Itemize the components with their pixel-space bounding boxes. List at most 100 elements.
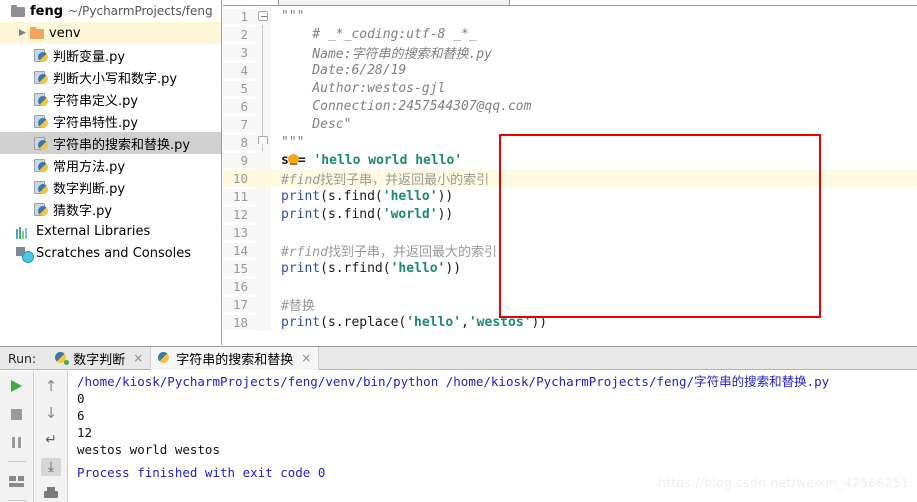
code-editor[interactable]: 1 """ 2 # _*_coding:utf-8 _*_ 3 Name:字符串的搜索… [223, 0, 917, 345]
code-text: Date:6/28/19 [281, 62, 407, 78]
code-line[interactable]: 1 """ [223, 7, 917, 25]
tree-root-feng[interactable]: feng ~/PycharmProjects/feng [0, 0, 221, 22]
python-file-icon [33, 157, 50, 173]
sidebar-item-zifuchuantexing[interactable]: 字符串特性.py [0, 110, 221, 132]
line-number: 10 [223, 170, 255, 186]
close-icon[interactable]: × [133, 351, 143, 365]
line-number: 5 [223, 80, 255, 96]
line-number: 2 [223, 26, 255, 42]
pycharm-window: feng ~/PycharmProjects/feng ▶ venv 判断变量.… [0, 0, 917, 502]
line-number: 12 [223, 206, 255, 222]
sidebar-item-zifuchuandingyi[interactable]: 字符串定义.py [0, 88, 221, 110]
tree-item-label: 字符串的搜索和替换.py [53, 137, 191, 153]
soft-wrap-icon[interactable]: ↵ [41, 431, 61, 449]
code-line[interactable]: 9 s = 'hello world hello' [223, 151, 917, 169]
line-number: 3 [223, 44, 255, 60]
fold-gutter[interactable] [255, 295, 271, 313]
code-text: s = 'hello world hello' [281, 152, 463, 168]
sidebar-item-panduanbianliang[interactable]: 判断变量.py [0, 44, 221, 66]
stop-icon[interactable] [7, 405, 27, 423]
sidebar-item-venv[interactable]: ▶ venv [0, 22, 221, 44]
code-line[interactable]: 7 Desc" [223, 115, 917, 133]
pause-icon[interactable] [7, 433, 27, 451]
arrow-down-icon[interactable]: ↓ [41, 404, 61, 422]
python-file-icon [33, 47, 50, 63]
code-line[interactable]: 13 [223, 223, 917, 241]
code-line[interactable]: 14 #rfind找到子串，并返回最大的索引 [223, 241, 917, 260]
fold-gutter[interactable] [255, 223, 271, 241]
fold-gutter[interactable] [255, 43, 271, 61]
code-line[interactable]: 17 #替换 [223, 295, 917, 314]
fold-gutter[interactable] [255, 187, 271, 205]
fold-gutter[interactable] [255, 133, 271, 151]
fold-gutter[interactable] [255, 61, 271, 79]
sidebar-item-panduandaxiaoxie[interactable]: 判断大小写和数字.py [0, 66, 221, 88]
lightbulb-icon[interactable] [287, 153, 300, 167]
fold-gutter[interactable] [255, 169, 271, 187]
run-controls-toolbar[interactable] [0, 371, 34, 502]
console-controls-toolbar[interactable]: ↑ ↓ ↵ ⤓ [35, 371, 68, 502]
fold-gutter[interactable] [255, 97, 271, 115]
fold-gutter[interactable] [255, 277, 271, 295]
code-line[interactable]: 12 print(s.find('world')) [223, 205, 917, 223]
code-text: """ [281, 134, 305, 150]
console-output-line: 0 [77, 391, 85, 406]
code-line[interactable]: 18 print(s.replace('hello','westos')) [223, 313, 917, 331]
close-icon[interactable]: × [301, 351, 311, 365]
sidebar-item-caishuzi[interactable]: 猜数字.py [0, 198, 221, 220]
code-line[interactable]: 10 #find找到子串，并返回最小的索引 [223, 169, 917, 188]
line-number: 18 [223, 314, 255, 330]
code-line[interactable]: 4 Date:6/28/19 [223, 61, 917, 79]
sidebar-item-scratches-consoles[interactable]: Scratches and Consoles [0, 242, 221, 264]
layout-icon[interactable] [7, 472, 27, 490]
line-number: 13 [223, 224, 255, 240]
code-text: Connection:2457544307@qq.com [281, 98, 532, 114]
line-number: 9 [223, 152, 255, 168]
python-file-icon [33, 91, 50, 107]
fold-gutter[interactable] [255, 151, 271, 169]
code-line[interactable]: 15 print(s.rfind('hello')) [223, 259, 917, 277]
code-text: """ [281, 8, 305, 24]
print-icon[interactable] [41, 485, 61, 502]
scroll-end-icon[interactable]: ⤓ [41, 458, 61, 476]
fold-gutter[interactable] [255, 115, 271, 133]
code-line[interactable]: 2 # _*_coding:utf-8 _*_ [223, 25, 917, 43]
code-line[interactable]: 6 Connection:2457544307@qq.com [223, 97, 917, 115]
code-lines[interactable]: 1 """ 2 # _*_coding:utf-8 _*_ 3 Name:字符串的搜索… [223, 7, 917, 345]
code-text: Name:字符串的搜索和替换.py [281, 46, 492, 62]
fold-gutter[interactable] [255, 205, 271, 223]
code-line[interactable]: 16 [223, 277, 917, 295]
code-text: Author:westos-gjl [281, 80, 446, 96]
arrow-up-icon[interactable]: ↑ [41, 377, 61, 395]
run-tab-bar[interactable]: Run: 数字判断 × 字符串的搜索和替换 × [0, 346, 917, 370]
project-tree-panel[interactable]: feng ~/PycharmProjects/feng ▶ venv 判断变量.… [0, 0, 222, 345]
code-line[interactable]: 8 """ [223, 133, 917, 151]
code-text: print(s.find('hello')) [281, 188, 454, 204]
fold-gutter[interactable] [255, 25, 271, 43]
python-run-icon [158, 351, 172, 365]
console-output-line: westos world westos [77, 442, 220, 457]
tree-item-label: 字符串特性.py [53, 115, 139, 131]
console-command: /home/kiosk/PycharmProjects/feng/venv/bi… [77, 374, 830, 389]
folder-icon [10, 3, 27, 19]
tree-item-label: 猜数字.py [53, 203, 113, 219]
code-text: #rfind找到子串，并返回最大的索引 [281, 244, 497, 260]
sidebar-item-changyongfangfa[interactable]: 常用方法.py [0, 154, 221, 176]
chevron-right-icon[interactable]: ▶ [16, 28, 29, 38]
sidebar-item-shuzipanduan[interactable]: 数字判断.py [0, 176, 221, 198]
fold-gutter[interactable] [255, 313, 271, 331]
sidebar-item-zifuchuan-sousuo-tihuan[interactable]: 字符串的搜索和替换.py [0, 132, 221, 154]
run-tab-shuzipanduan[interactable]: 数字判断 × [48, 346, 152, 370]
code-line[interactable]: 3 Name:字符串的搜索和替换.py [223, 43, 917, 62]
play-icon[interactable] [7, 377, 27, 395]
code-line[interactable]: 11 print(s.find('hello')) [223, 187, 917, 205]
editor-tab-strip [223, 0, 917, 6]
code-line[interactable]: 5 Author:westos-gjl [223, 79, 917, 97]
run-tab-zifuchuan-sousuo-tihuan[interactable]: 字符串的搜索和替换 × [151, 346, 320, 370]
fold-gutter[interactable] [255, 259, 271, 277]
fold-gutter[interactable] [255, 7, 271, 25]
fold-gutter[interactable] [255, 241, 271, 259]
tree-item-label: 判断大小写和数字.py [53, 71, 178, 87]
sidebar-item-external-libraries[interactable]: External Libraries [0, 220, 221, 242]
fold-gutter[interactable] [255, 79, 271, 97]
